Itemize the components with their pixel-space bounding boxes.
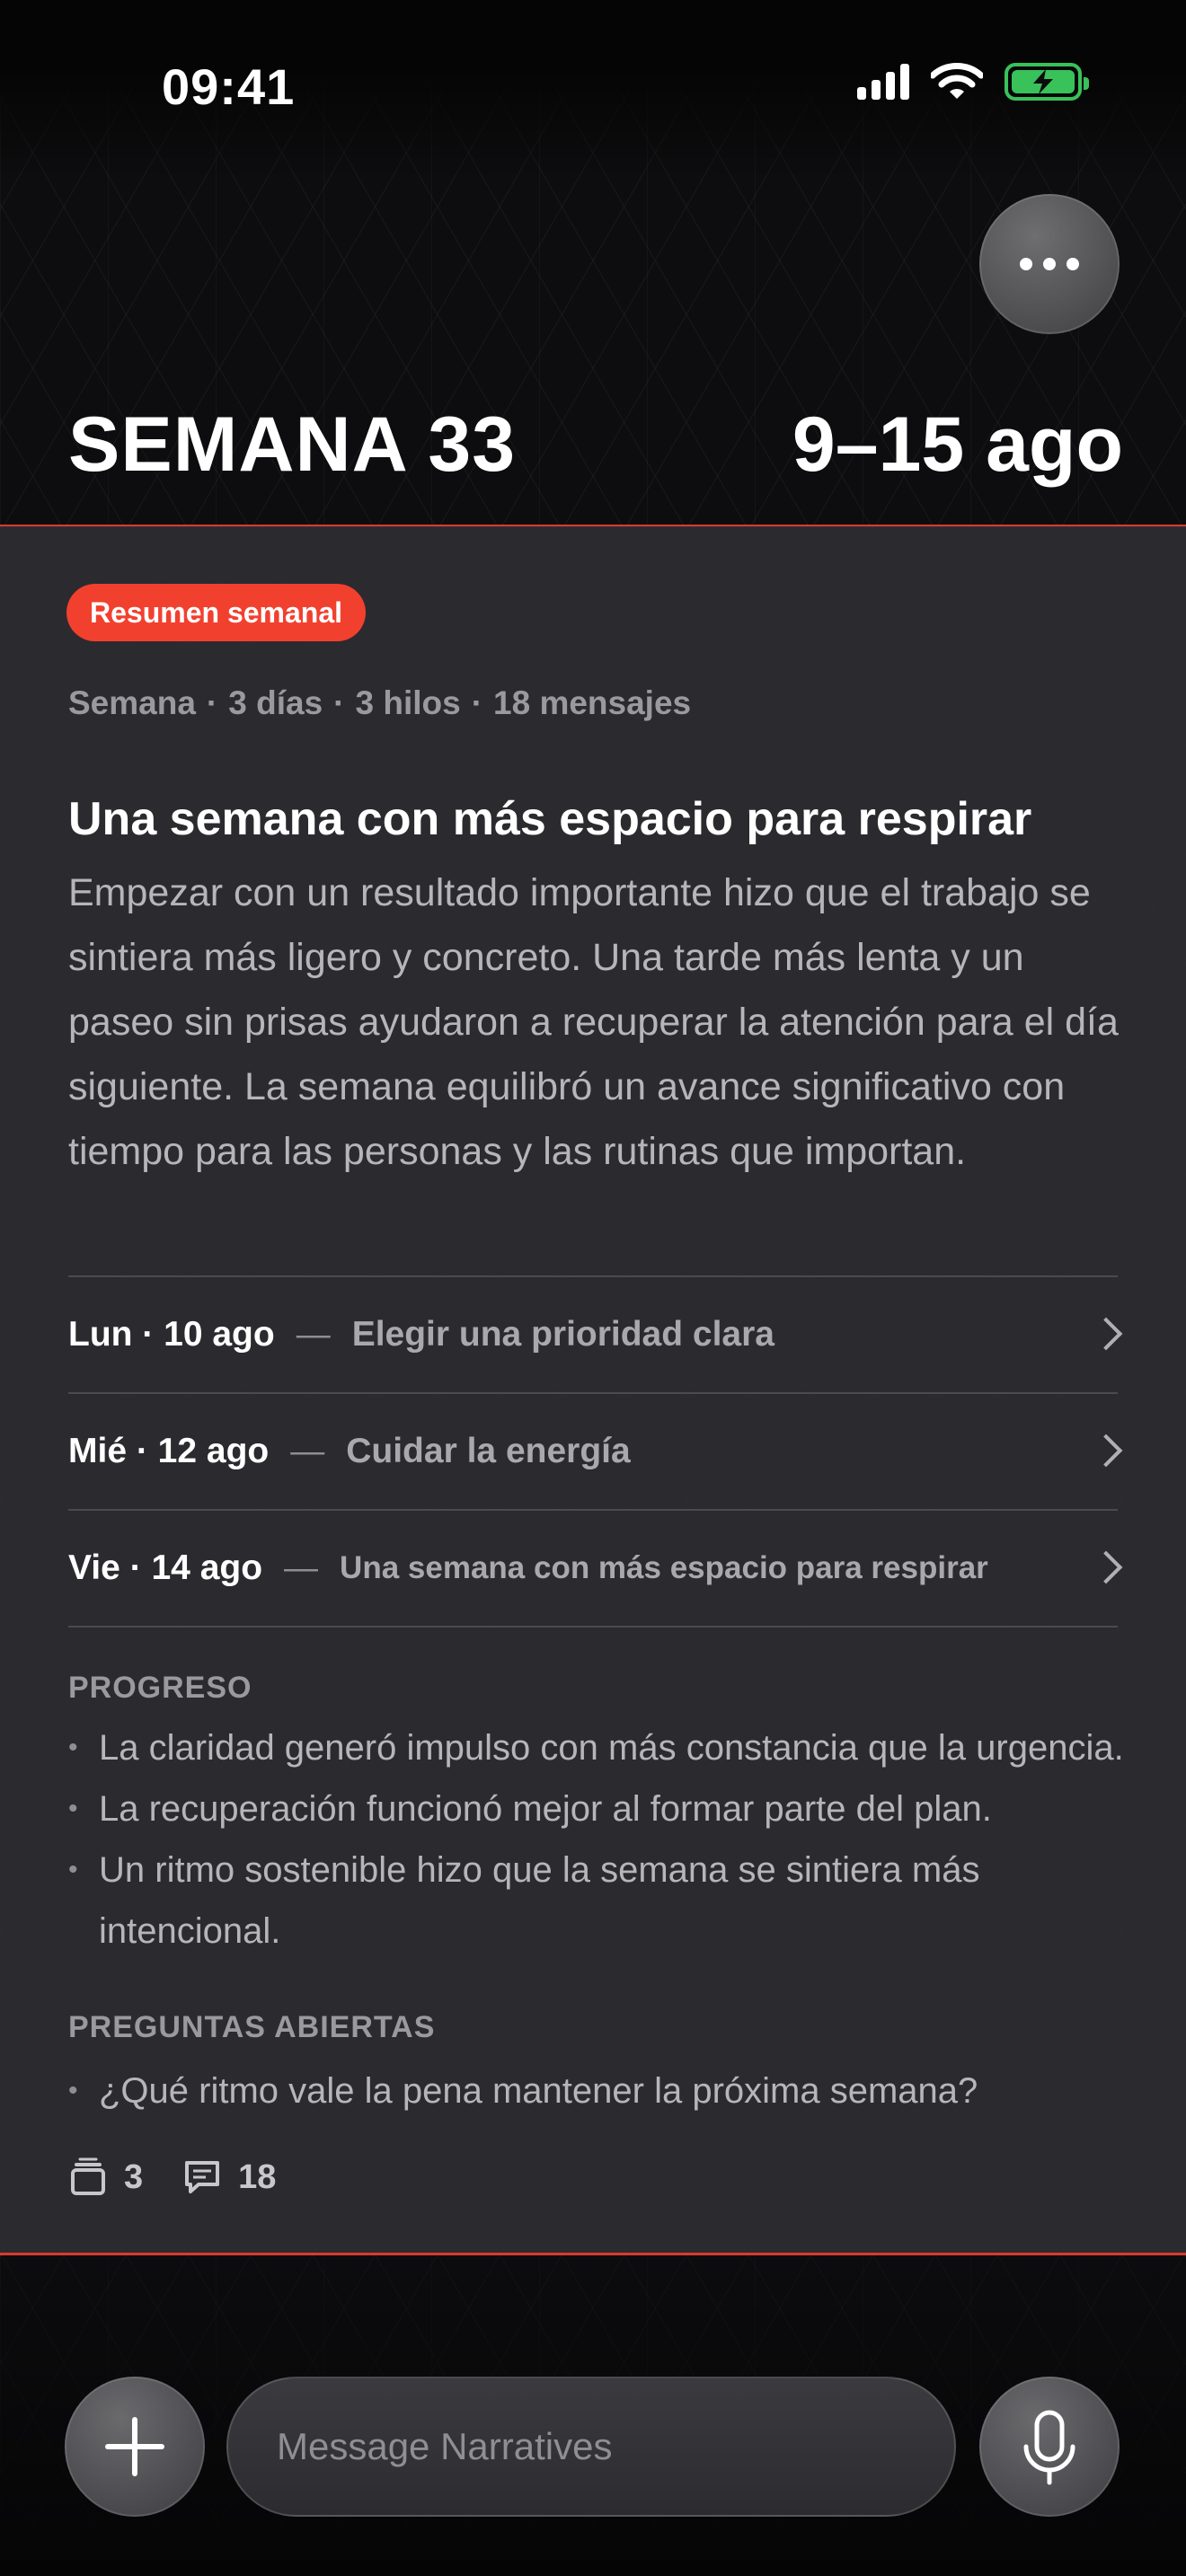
wifi-icon	[931, 63, 983, 99]
day-row-monday[interactable]: Lun · 10 ago — Elegir una prioridad clar…	[68, 1277, 1123, 1394]
add-button[interactable]	[65, 2377, 205, 2517]
threads-icon	[71, 2157, 105, 2195]
message-input[interactable]	[226, 2377, 956, 2517]
microphone-icon	[1023, 2410, 1075, 2485]
progress-item: La recuperación funcionó mejor al formar…	[68, 1778, 1146, 1839]
battery-charging-icon	[1005, 63, 1089, 101]
open-questions-list: ¿Qué ritmo vale la pena mantener la próx…	[68, 2060, 1146, 2122]
day-topic: Elegir una prioridad clara	[351, 1315, 774, 1354]
threads-count: 3	[124, 2157, 144, 2196]
chevron-right-icon	[1089, 1317, 1123, 1351]
open-questions-heading: PREGUNTAS ABIERTAS	[68, 2010, 436, 2044]
status-icons	[857, 63, 1089, 101]
day-date: Mié · 12 ago	[68, 1432, 270, 1470]
dash-separator: —	[296, 1315, 331, 1354]
dash-separator: —	[290, 1432, 325, 1470]
day-row-wednesday[interactable]: Mié · 12 ago — Cuidar la energía	[68, 1394, 1123, 1511]
meta-days: 3 días	[228, 684, 323, 721]
progress-item: La claridad generó impulso con más const…	[68, 1717, 1146, 1778]
day-list: Lun · 10 ago — Elegir una prioridad clar…	[68, 1275, 1123, 1628]
bottom-divider	[0, 2253, 1186, 2255]
day-row-friday[interactable]: Vie · 14 ago — Una semana con más espaci…	[68, 1511, 1123, 1628]
day-date: Lun · 10 ago	[68, 1315, 275, 1354]
question-item: ¿Qué ritmo vale la pena mantener la próx…	[68, 2060, 1146, 2122]
progress-list: La claridad generó impulso con más const…	[68, 1717, 1146, 1962]
day-date: Vie · 14 ago	[68, 1548, 263, 1587]
meta-threads: 3 hilos	[355, 684, 461, 721]
messages-icon	[185, 2161, 220, 2193]
summary-body: Empezar con un resultado importante hizo…	[68, 871, 1119, 1173]
chevron-right-icon	[1089, 1550, 1123, 1584]
chevron-right-icon	[1089, 1434, 1123, 1468]
meta-messages: 18 mensajes	[493, 684, 692, 721]
summary-title: Una semana con más espacio para respirar	[68, 793, 1032, 845]
status-time: 09:41	[162, 58, 296, 115]
cellular-signal-icon	[857, 64, 909, 100]
messages-count: 18	[238, 2157, 277, 2196]
progress-heading: PROGRESO	[68, 1671, 252, 1705]
progress-item: Un ritmo sostenible hizo que la semana s…	[68, 1839, 1033, 1962]
week-date-range: 9–15 ago	[792, 401, 1123, 488]
summary-badge: Resumen semanal	[66, 584, 367, 641]
day-topic: Una semana con más espacio para respirar	[340, 1550, 988, 1585]
ellipsis-icon	[1020, 258, 1032, 270]
summary-counts: 3 18	[68, 2157, 276, 2197]
microphone-button[interactable]	[979, 2377, 1120, 2517]
status-bar: 09:41	[0, 0, 1186, 180]
more-options-button[interactable]	[979, 194, 1120, 334]
meta-period: Semana	[68, 684, 196, 721]
dash-separator: —	[284, 1548, 319, 1587]
week-title: SEMANA 33	[68, 401, 517, 488]
summary-meta: Semana · 3 días · 3 hilos · 18 mensajes	[68, 684, 692, 721]
day-topic: Cuidar la energía	[346, 1432, 631, 1470]
